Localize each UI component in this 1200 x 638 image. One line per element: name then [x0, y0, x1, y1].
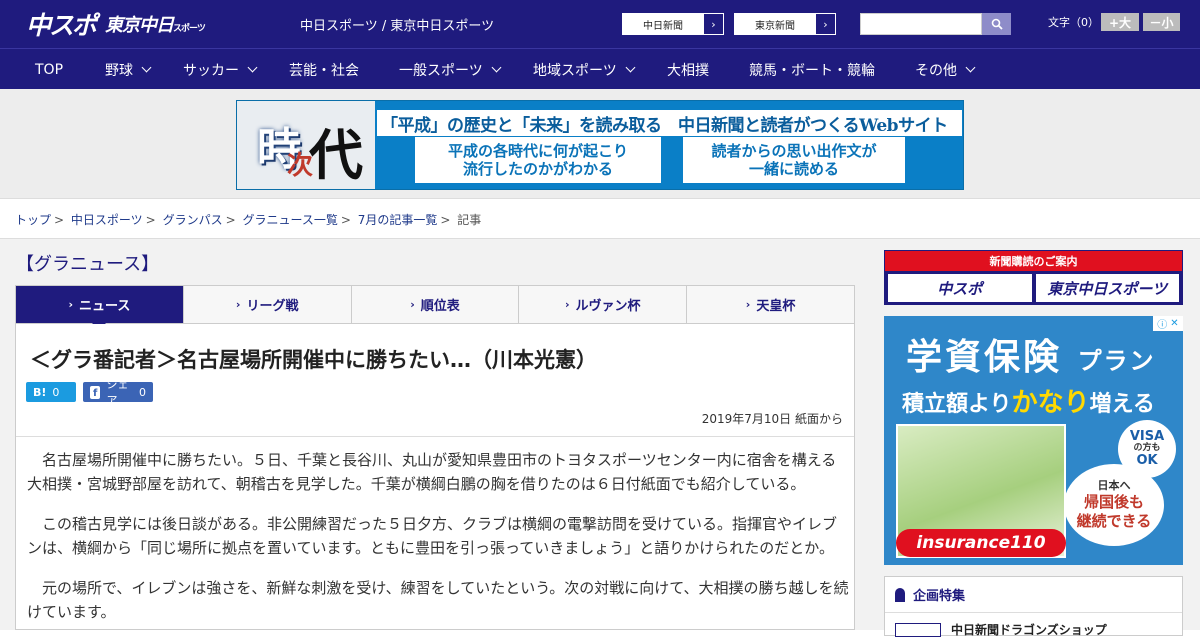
chevron-down-icon [141, 62, 152, 73]
facebook-icon: f [90, 385, 101, 399]
banner-headline: 「平成」の歴史と「未来」を読み取る 中日新聞と読者がつくるWebサイト [377, 110, 962, 136]
breadcrumb-grampus[interactable]: グランパス [163, 213, 223, 227]
font-size-label: 文字（0） [1048, 16, 1099, 29]
banner-sub-left: 平成の各時代に何が起こり 流行したのかがわかる [415, 137, 661, 183]
tab-emperor-cup[interactable]: › 天皇杯 [687, 286, 854, 323]
chevron-right-icon: › [410, 298, 415, 311]
feature-box: 企画特集 中日新聞ドラゴンズショップ [884, 576, 1183, 637]
article-paragraph: 名古屋場所開催中に勝ちたい。５日、千葉と長谷川、丸山が愛知県豊田市のトヨタスポー… [27, 451, 837, 493]
font-smaller-button[interactable]: －小 [1143, 13, 1180, 31]
section-title: 【グラニュース】 [16, 254, 160, 275]
chevron-right-icon: › [68, 298, 73, 311]
hatena-bookmark-button[interactable]: B! 0 [26, 382, 76, 402]
article-paragraph: この稽古見学には後日談がある。非公開練習だった５日夕方、クラブは横綱の電撃訪問を… [27, 515, 838, 557]
article: ＜グラ番記者＞名古屋場所開催中に勝ちたい…（川本光憲） B! 0 f シェア 0… [15, 324, 855, 630]
logo-chuspo: 中スポ [26, 11, 97, 40]
subscription-box: 新聞購読のご案内 中スポ 東京中日スポーツ [884, 250, 1183, 305]
breadcrumb: トップ > 中日スポーツ > グランパス > グラニュース一覧 > 7月の記事一覧 > 記… [15, 213, 482, 227]
category-tabs: › ニュース › リーグ戦 › 順位表 › ルヴァン杯 › 天皇杯 [15, 285, 855, 330]
chevron-right-icon: › [235, 298, 241, 311]
top-header: 中スポ 東京中日スポーツ 中日スポーツ / 東京中日スポーツ 中日新聞 › 東京… [0, 0, 1200, 48]
nav-item-local-sports[interactable]: 地域スポーツ [533, 49, 636, 90]
nav-item-general-sports[interactable]: 一般スポーツ [399, 49, 502, 90]
hatena-icon: B! [33, 385, 47, 399]
nav-item-soccer[interactable]: サッカー [183, 49, 258, 90]
pin-icon [895, 587, 905, 602]
tab-levain-cup[interactable]: › ルヴァン杯 [519, 286, 688, 323]
article-date: 2019年7月10日 紙面から [701, 412, 843, 426]
main-nav: TOP 野球 サッカー 芸能・社会 一般スポーツ 地域スポーツ 大相撲 競馬・ボ… [0, 48, 1200, 89]
subscribe-tokyo-chunichi-button[interactable]: 東京中日スポーツ [1035, 274, 1179, 302]
tokyo-shimbun-link[interactable]: 東京新聞 › [734, 13, 836, 35]
chevron-right-icon: › [703, 14, 723, 34]
nav-item-top[interactable]: TOP [35, 49, 63, 90]
breadcrumb-chunichi-sports[interactable]: 中日スポーツ [71, 213, 143, 227]
divider [16, 436, 854, 437]
tab-news[interactable]: › ニュース [16, 286, 184, 330]
close-icon: ✕ [1170, 318, 1179, 329]
facebook-share-button[interactable]: f シェア 0 [83, 378, 153, 407]
site-logo[interactable]: 中スポ 東京中日スポーツ [26, 7, 206, 41]
nav-item-other[interactable]: その他 [915, 49, 976, 90]
search-icon [991, 18, 1003, 30]
search-button[interactable] [982, 13, 1011, 35]
font-larger-button[interactable]: +大 [1101, 13, 1139, 31]
chevron-down-icon [247, 62, 258, 73]
breadcrumb-current: 記事 [457, 213, 482, 227]
tab-standings[interactable]: › 順位表 [351, 286, 520, 323]
article-title: ＜グラ番記者＞名古屋場所開催中に勝ちたい…（川本光憲） [30, 348, 597, 372]
feature-title: 企画特集 [913, 589, 966, 604]
banner-sub-right: 読者からの思い出作文が 一緒に読める [683, 137, 905, 183]
advertisement[interactable]: ⓘ ✕ 学資保険 プラン 積立額よりかなり増える VISA の方も OK 日本へ 帰国後… [884, 316, 1183, 565]
nav-item-racing[interactable]: 競馬・ボート・競輪 [749, 49, 875, 90]
chevron-down-icon [965, 62, 976, 73]
facebook-count: 0 [139, 385, 146, 399]
subscribe-title: 新聞購読のご案内 [885, 251, 1182, 271]
chevron-down-icon [625, 62, 636, 73]
breadcrumb-month-list[interactable]: 7月の記事一覧 [358, 213, 438, 227]
article-body: 名古屋場所開催中に勝ちたい。５日、千葉と長谷川、丸山が愛知県豊田市のトヨタスポー… [27, 448, 849, 629]
chevron-down-icon [491, 62, 502, 73]
article-paragraph: 元の場所で、イレブンは強さを、新鮮な刺激を受け、練習をしていたという。次の対戦に… [27, 579, 849, 621]
chevron-right-icon: › [565, 298, 570, 311]
nav-item-sumo[interactable]: 大相撲 [667, 49, 709, 90]
chevron-right-icon: › [815, 14, 835, 34]
nav-item-entertainment[interactable]: 芸能・社会 [289, 49, 359, 90]
ad-subheadline: 積立額よりかなり増える [902, 388, 1155, 418]
ad-headline: 学資保険 プラン [906, 336, 1156, 378]
breadcrumb-top[interactable]: トップ [15, 213, 51, 227]
chunichi-shimbun-link[interactable]: 中日新聞 › [622, 13, 724, 35]
logo-tokyo-chunichi: 東京中日スポーツ [105, 15, 206, 36]
subscribe-chuspo-button[interactable]: 中スポ [888, 274, 1032, 302]
nav-item-baseball[interactable]: 野球 [105, 49, 152, 90]
search-input[interactable] [860, 13, 982, 35]
chevron-right-icon: › [745, 298, 751, 311]
breadcrumb-news-list[interactable]: グラニュース一覧 [242, 213, 337, 227]
ad-japan-badge: 日本へ 帰国後も 継続できる [1064, 464, 1164, 546]
hatena-count: 0 [52, 385, 60, 399]
jidai-banner[interactable]: 時 次 代 「平成」の歴史と「未来」を読み取る 中日新聞と読者がつくるWebサイ… [236, 100, 964, 190]
ad-info-icon[interactable]: ⓘ ✕ [1153, 316, 1183, 331]
banner-area: 時 次 代 「平成」の歴史と「未来」を読み取る 中日新聞と読者がつくるWebサイ… [0, 89, 1200, 199]
site-title[interactable]: 中日スポーツ / 東京中日スポーツ [300, 15, 494, 34]
tab-league[interactable]: › リーグ戦 [183, 286, 352, 323]
ad-brand-logo: insurance110 [896, 529, 1066, 557]
banner-logo: 時 次 代 [237, 101, 375, 189]
